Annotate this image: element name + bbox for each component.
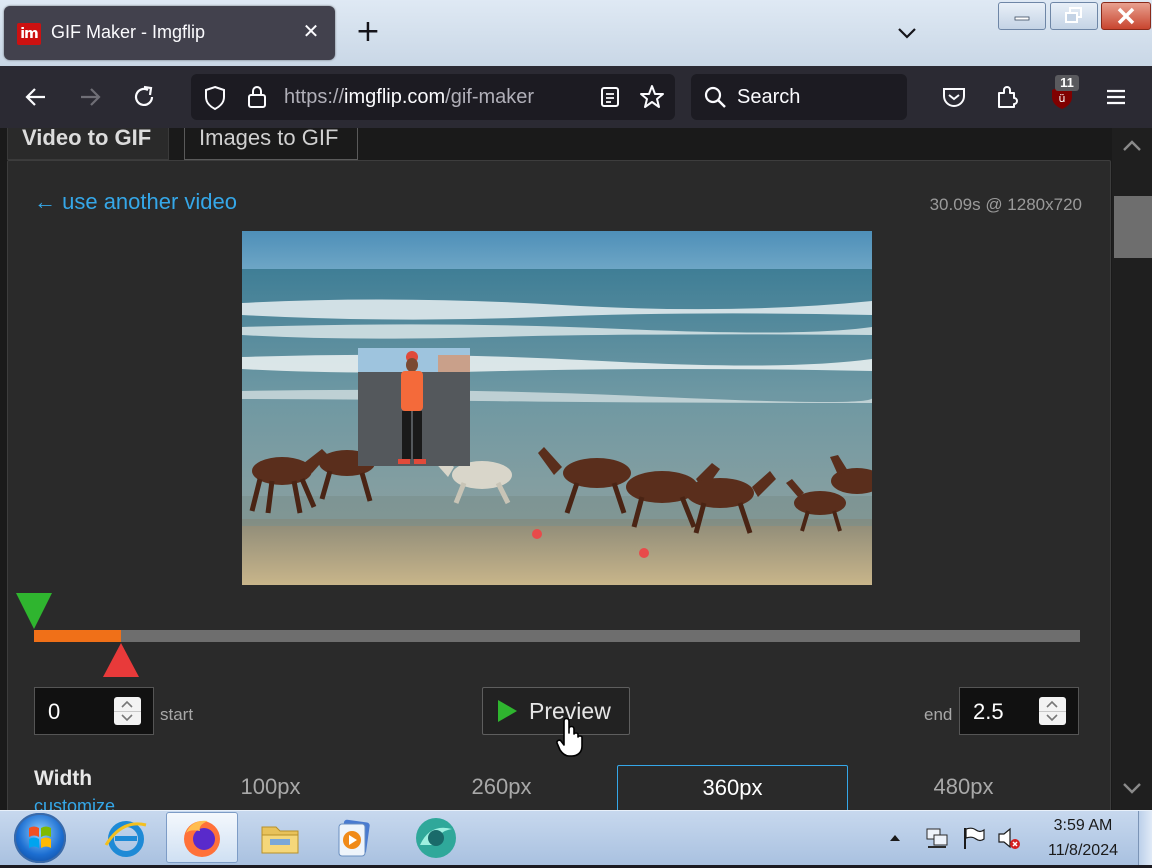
back-button[interactable]: [19, 80, 53, 114]
page-content: Video to GIF Images to GIF ← use another…: [0, 128, 1112, 810]
video-preview[interactable]: [242, 231, 872, 585]
timeline-track[interactable]: [34, 630, 1080, 642]
address-bar[interactable]: https://imgflip.com/gif-maker: [191, 74, 675, 120]
start-time-value: 0: [48, 699, 61, 724]
start-label: start: [160, 705, 194, 724]
width-label: Width: [34, 767, 93, 790]
extensions-button[interactable]: [991, 80, 1025, 114]
url-text[interactable]: https://imgflip.com/gif-maker: [284, 86, 534, 109]
browser-tab[interactable]: im GIF Maker - Imgflip ✕: [4, 6, 335, 60]
svg-text:ü: ü: [1059, 92, 1066, 105]
clock-time[interactable]: 3:59 AM: [1030, 817, 1136, 835]
taskbar-internet-explorer[interactable]: [90, 812, 162, 863]
gif-maker-panel: ← use another video 30.09s @ 1280x720 0 …: [7, 160, 1111, 810]
beach-horses-video-frame: [242, 231, 872, 585]
puzzle-piece-icon: [998, 86, 1018, 108]
width-option-100[interactable]: 100px: [155, 765, 386, 810]
new-tab-button[interactable]: +: [352, 16, 384, 48]
overlay-image[interactable]: [358, 348, 470, 466]
arrow-left-icon: [25, 88, 45, 106]
app-icon: [416, 817, 456, 858]
customize-width-link[interactable]: customize: [34, 796, 115, 810]
reload-icon: [134, 85, 154, 106]
pocket-button[interactable]: [937, 80, 971, 114]
start-time-spinner[interactable]: [114, 697, 141, 725]
reload-button[interactable]: [127, 80, 161, 114]
window-minimize-button[interactable]: [998, 2, 1046, 30]
end-time-input[interactable]: 2.5: [959, 687, 1079, 735]
extension-badge-count: 11: [1055, 75, 1079, 91]
video-info: 30.09s @ 1280x720: [929, 195, 1082, 214]
firefox-icon: [184, 820, 220, 857]
search-icon: [704, 86, 726, 108]
taskbar-app[interactable]: [400, 812, 472, 863]
bookmark-star-icon[interactable]: [639, 84, 665, 110]
show-desktop-button[interactable]: [1138, 811, 1152, 865]
vertical-scrollbar[interactable]: [1112, 128, 1152, 810]
start-time-input[interactable]: 0: [34, 687, 154, 735]
windows-taskbar: 3:59 AM 11/8/2024: [0, 810, 1152, 865]
search-box[interactable]: Search: [691, 74, 907, 120]
search-placeholder: Search: [737, 86, 801, 108]
end-marker-handle[interactable]: [102, 643, 139, 677]
timeline-selection: [34, 630, 121, 642]
tab-title: GIF Maker - Imgflip: [51, 22, 206, 42]
end-label: end: [924, 705, 953, 724]
hand-cursor-icon: [556, 717, 583, 757]
tab-video-to-gif[interactable]: Video to GIF: [7, 128, 169, 160]
list-all-tabs-button[interactable]: [892, 18, 922, 48]
start-button[interactable]: [14, 813, 66, 863]
pocket-icon: [943, 88, 965, 107]
ublock-origin-button[interactable]: ü 11: [1045, 75, 1079, 114]
taskbar-firefox[interactable]: [166, 812, 238, 863]
clock-date[interactable]: 11/8/2024: [1030, 842, 1136, 860]
imgflip-favicon-icon: im: [17, 23, 41, 45]
use-another-video-link[interactable]: ← use another video: [34, 189, 237, 215]
end-time-spinner[interactable]: [1039, 697, 1066, 725]
media-player-icon: [338, 819, 370, 856]
start-marker-handle[interactable]: [16, 593, 52, 629]
app-menu-button[interactable]: [1099, 80, 1133, 114]
width-option-360[interactable]: 360px: [617, 765, 848, 810]
tab-strip: im GIF Maker - Imgflip ✕ +: [0, 0, 1152, 66]
action-center-flag-icon[interactable]: [960, 825, 986, 851]
volume-muted-icon[interactable]: [996, 825, 1022, 851]
tab-images-to-gif[interactable]: Images to GIF: [184, 128, 358, 160]
end-time-value: 2.5: [973, 699, 1004, 724]
navigation-toolbar: https://imgflip.com/gif-maker Search ü 1…: [0, 66, 1152, 128]
arrow-right-icon: [81, 88, 101, 106]
taskbar-file-explorer[interactable]: [244, 812, 316, 863]
shield-icon[interactable]: [203, 85, 227, 111]
internet-explorer-icon: [104, 820, 147, 857]
window-restore-button[interactable]: [1050, 2, 1098, 30]
forward-button[interactable]: [73, 80, 107, 114]
play-icon: [498, 700, 517, 722]
chevron-down-icon: [898, 28, 916, 39]
width-option-260[interactable]: 260px: [386, 765, 617, 810]
scroll-up-icon[interactable]: [1120, 134, 1144, 158]
hamburger-menu-icon: [1107, 89, 1125, 105]
windows-logo-icon: [29, 826, 51, 848]
tab-close-icon[interactable]: ✕: [299, 20, 323, 44]
reader-view-icon[interactable]: [599, 86, 621, 108]
network-icon[interactable]: [924, 825, 950, 851]
scrollbar-thumb[interactable]: [1114, 196, 1152, 258]
scroll-down-icon[interactable]: [1120, 776, 1144, 800]
window-close-button[interactable]: [1101, 2, 1151, 30]
taskbar-media-player[interactable]: [318, 812, 390, 863]
show-hidden-icons-icon[interactable]: [886, 829, 904, 847]
width-option-480[interactable]: 480px: [848, 765, 1079, 810]
lock-icon[interactable]: [246, 84, 268, 110]
file-explorer-icon: [261, 826, 299, 853]
